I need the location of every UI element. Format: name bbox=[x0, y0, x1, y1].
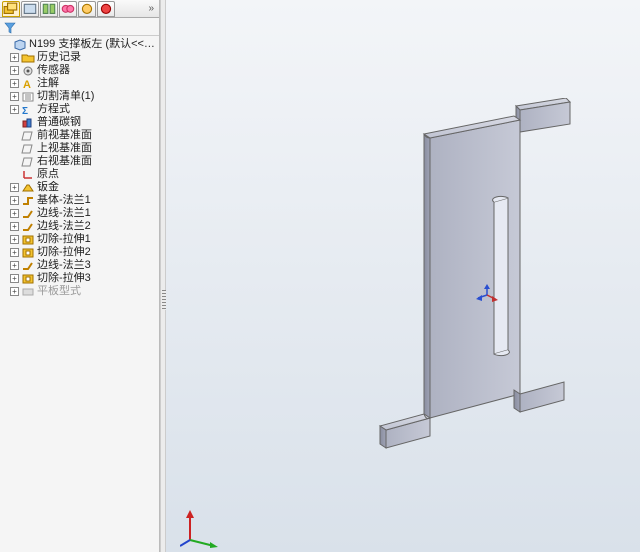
tree-item-edge-flange-1[interactable]: + 边线-法兰1 bbox=[2, 207, 159, 220]
panel-tabstrip: » bbox=[0, 0, 159, 18]
origin-triad-icon bbox=[476, 284, 498, 306]
tree-item-annotations[interactable]: + A 注解 bbox=[2, 77, 159, 90]
tree-root[interactable]: N199 支撑板左 (默认<<默认>_显 bbox=[2, 38, 159, 51]
tab-feature-manager[interactable] bbox=[2, 1, 20, 17]
expand-icon[interactable]: + bbox=[10, 79, 19, 88]
tree-item-origin[interactable]: 原点 bbox=[2, 168, 159, 181]
edgeflange-icon bbox=[21, 221, 35, 233]
plane-icon bbox=[21, 143, 35, 155]
expand-icon[interactable]: + bbox=[10, 209, 19, 218]
tab-display-manager[interactable] bbox=[78, 1, 96, 17]
sensor-icon bbox=[21, 65, 35, 77]
tree-item-cut-extrude-1[interactable]: + 切除-拉伸1 bbox=[2, 233, 159, 246]
origin-icon bbox=[21, 169, 35, 181]
tree-item-equations[interactable]: + Σ 方程式 bbox=[2, 103, 159, 116]
tree-item-cutlist[interactable]: + 切割清单(1) bbox=[2, 90, 159, 103]
expand-icon[interactable]: + bbox=[10, 53, 19, 62]
svg-text:A: A bbox=[23, 79, 31, 90]
cutlist-icon bbox=[21, 91, 35, 103]
feature-manager-panel: » N199 支撑板左 (默认<<默认>_显 + 历史记录 + 传感器 bbox=[0, 0, 160, 552]
tree-item-material[interactable]: 普通碳钢 bbox=[2, 116, 159, 129]
tree-item-history[interactable]: + 历史记录 bbox=[2, 51, 159, 64]
annotation-icon: A bbox=[21, 78, 35, 90]
tree-item-right-plane[interactable]: 右视基准面 bbox=[2, 155, 159, 168]
edgeflange-icon bbox=[21, 260, 35, 272]
baseflange-icon bbox=[21, 195, 35, 207]
view-orientation-triad[interactable] bbox=[180, 508, 220, 548]
tree-filter-bar bbox=[0, 18, 159, 36]
tree-item-base-flange-1[interactable]: + 基体-法兰1 bbox=[2, 194, 159, 207]
expand-icon[interactable]: + bbox=[10, 183, 19, 192]
filter-icon[interactable] bbox=[4, 21, 16, 33]
expand-icon[interactable]: + bbox=[10, 66, 19, 75]
tab-property-manager[interactable] bbox=[21, 1, 39, 17]
expand-icon[interactable]: + bbox=[10, 222, 19, 231]
feature-tree: N199 支撑板左 (默认<<默认>_显 + 历史记录 + 传感器 + A 注解… bbox=[0, 36, 159, 302]
tree-root-label: N199 支撑板左 (默认<<默认>_显 bbox=[29, 38, 159, 51]
expand-icon[interactable]: + bbox=[10, 274, 19, 283]
expand-icon[interactable]: + bbox=[10, 248, 19, 257]
folder-icon bbox=[21, 52, 35, 64]
tree-item-edge-flange-2[interactable]: + 边线-法兰2 bbox=[2, 220, 159, 233]
tree-item-front-plane[interactable]: 前视基准面 bbox=[2, 129, 159, 142]
plane-icon bbox=[21, 156, 35, 168]
tab-configuration-manager[interactable] bbox=[40, 1, 58, 17]
edgeflange-icon bbox=[21, 208, 35, 220]
expand-icon[interactable]: + bbox=[10, 287, 19, 296]
part-model bbox=[366, 98, 594, 458]
tab-dimxpert-manager[interactable] bbox=[59, 1, 77, 17]
tree-item-cut-extrude-2[interactable]: + 切除-拉伸2 bbox=[2, 246, 159, 259]
tab-expand-button[interactable]: » bbox=[145, 3, 157, 14]
tree-item-flat-pattern[interactable]: + 平板型式 bbox=[2, 285, 159, 298]
sheetmetal-icon bbox=[21, 182, 35, 194]
expand-icon[interactable]: + bbox=[10, 92, 19, 101]
cut-icon bbox=[21, 273, 35, 285]
expand-icon[interactable]: + bbox=[10, 261, 19, 270]
graphics-viewport[interactable] bbox=[166, 0, 640, 552]
material-icon bbox=[21, 117, 35, 129]
expand-icon[interactable]: + bbox=[10, 105, 19, 114]
flatpattern-icon bbox=[21, 286, 35, 298]
plane-icon bbox=[21, 130, 35, 142]
tab-appearance[interactable] bbox=[97, 1, 115, 17]
tree-item-sensors[interactable]: + 传感器 bbox=[2, 64, 159, 77]
equation-icon: Σ bbox=[21, 104, 35, 116]
expand-icon[interactable]: + bbox=[10, 235, 19, 244]
cut-icon bbox=[21, 234, 35, 246]
cut-icon bbox=[21, 247, 35, 259]
tree-item-top-plane[interactable]: 上视基准面 bbox=[2, 142, 159, 155]
tree-item-sheetmetal[interactable]: + 钣金 bbox=[2, 181, 159, 194]
tree-item-cut-extrude-3[interactable]: + 切除-拉伸3 bbox=[2, 272, 159, 285]
expand-icon[interactable]: + bbox=[10, 196, 19, 205]
part-icon bbox=[13, 39, 27, 51]
tree-item-edge-flange-3[interactable]: + 边线-法兰3 bbox=[2, 259, 159, 272]
svg-text:Σ: Σ bbox=[22, 106, 28, 116]
